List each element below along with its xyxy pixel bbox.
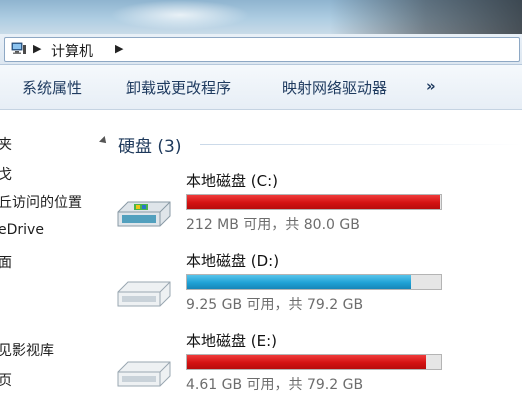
drive-item-e[interactable]: 本地磁盘 (E:) 4.61 GB 可用，共 79.2 GB	[110, 330, 522, 400]
uninstall-program-button[interactable]: 卸载或更改程序	[126, 77, 231, 98]
usage-bar	[186, 274, 442, 290]
system-properties-button[interactable]: 系统属性	[22, 77, 82, 98]
window-frame	[0, 0, 522, 34]
hard-drive-icon	[117, 281, 171, 307]
free-space-text: 212 MB 可用，共 80.0 GB	[186, 217, 360, 233]
breadcrumb-arrow-icon[interactable]: ▶	[33, 42, 41, 55]
drive-name: 本地磁盘 (E:)	[186, 332, 278, 350]
breadcrumb-computer[interactable]: 计算机	[51, 41, 93, 61]
hard-drive-icon	[117, 361, 171, 387]
computer-icon	[11, 42, 26, 54]
nav-item-desktop-2[interactable]: 面	[0, 252, 12, 272]
drive-item-c[interactable]: 本地磁盘 (C:) 212 MB 可用，共 80.0 GB	[110, 170, 522, 240]
usage-bar-fill	[187, 355, 427, 369]
desktop-shadow	[330, 0, 522, 34]
free-space-text: 9.25 GB 可用，共 79.2 GB	[186, 297, 364, 313]
navigation-pane: 夹 戈 丘访问的位置 eDrive 面 见影视库 页	[0, 110, 96, 400]
nav-item-recent-places[interactable]: 丘访问的位置	[0, 192, 82, 212]
address-input[interactable]: ▶ 计算机 ▶	[4, 37, 520, 62]
collapse-arrow-icon[interactable]	[99, 136, 109, 146]
nav-item-desktop[interactable]: 戈	[0, 164, 12, 184]
nav-item-video-library[interactable]: 见影视库	[0, 340, 54, 360]
group-title: 硬盘 (3)	[118, 137, 182, 157]
drive-item-d[interactable]: 本地磁盘 (D:) 9.25 GB 可用，共 79.2 GB	[110, 250, 522, 320]
usage-bar	[186, 194, 442, 210]
breadcrumb-arrow-icon[interactable]: ▶	[115, 42, 123, 55]
system-drive-icon	[117, 201, 171, 227]
address-bar: ▶ 计算机 ▶	[0, 34, 522, 65]
nav-item-favorites[interactable]: 夹	[0, 134, 12, 154]
drive-name: 本地磁盘 (D:)	[186, 252, 280, 270]
usage-bar-fill	[187, 195, 441, 209]
drive-name: 本地磁盘 (C:)	[186, 172, 278, 190]
group-divider	[200, 144, 522, 145]
usage-bar	[186, 354, 442, 370]
command-bar: 系统属性 卸载或更改程序 映射网络驱动器 »	[0, 65, 522, 110]
desktop-glow	[110, 0, 250, 30]
free-space-text: 4.61 GB 可用，共 79.2 GB	[186, 377, 364, 393]
more-commands-chevron-icon[interactable]: »	[426, 77, 436, 95]
usage-bar-fill	[187, 275, 412, 289]
nav-item-onedrive[interactable]: eDrive	[0, 222, 44, 238]
nav-item-page[interactable]: 页	[0, 370, 12, 390]
map-network-drive-button[interactable]: 映射网络驱动器	[282, 77, 387, 98]
